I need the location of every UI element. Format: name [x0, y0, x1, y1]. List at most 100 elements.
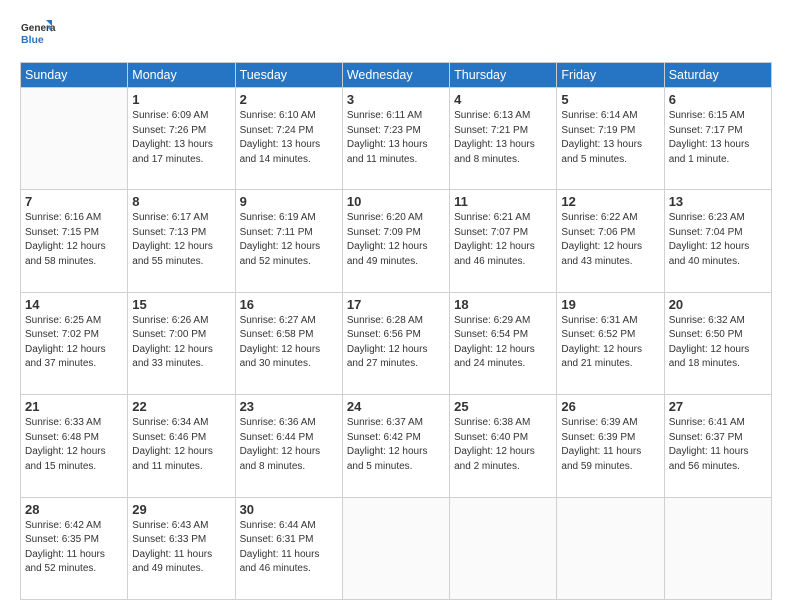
- day-header-thursday: Thursday: [450, 63, 557, 88]
- calendar-cell: 5 Sunrise: 6:14 AM Sunset: 7:19 PM Daylig…: [557, 88, 664, 190]
- calendar-cell: 6 Sunrise: 6:15 AM Sunset: 7:17 PM Daylig…: [664, 88, 771, 190]
- day-number: 20: [669, 297, 767, 312]
- day-number: 4: [454, 92, 552, 107]
- calendar-cell: 1Sunrise: 6:09 AM Sunset: 7:26 PM Daylig…: [128, 88, 235, 190]
- day-info: Sunrise: 6:17 AM Sunset: 7:13 PM Dayligh…: [132, 211, 230, 269]
- calendar-week-3: 14 Sunrise: 6:25 AM Sunset: 7:02 PM Dayli…: [21, 292, 772, 394]
- calendar-cell: 22 Sunrise: 6:34 AM Sunset: 6:46 PM Dayli…: [128, 395, 235, 497]
- calendar-cell: [450, 497, 557, 599]
- calendar-cell: [342, 497, 449, 599]
- calendar-cell: 20 Sunrise: 6:32 AM Sunset: 6:50 PM Dayli…: [664, 292, 771, 394]
- day-number: 30: [240, 502, 338, 517]
- day-number: 8: [132, 194, 230, 209]
- day-number: 27: [669, 399, 767, 414]
- calendar-cell: 23 Sunrise: 6:36 AM Sunset: 6:44 PM Dayli…: [235, 395, 342, 497]
- day-info: Sunrise: 6:21 AM Sunset: 7:07 PM Dayligh…: [454, 211, 552, 269]
- day-number: 22: [132, 399, 230, 414]
- day-header-wednesday: Wednesday: [342, 63, 449, 88]
- day-info: Sunrise: 6:15 AM Sunset: 7:17 PM Dayligh…: [669, 109, 767, 167]
- day-header-tuesday: Tuesday: [235, 63, 342, 88]
- day-info: Sunrise: 6:27 AM Sunset: 6:58 PM Dayligh…: [240, 314, 338, 372]
- calendar-cell: 13Sunrise: 6:23 AM Sunset: 7:04 PM Dayli…: [664, 190, 771, 292]
- day-number: 16: [240, 297, 338, 312]
- day-number: 5: [561, 92, 659, 107]
- day-info: Sunrise: 6:31 AM Sunset: 6:52 PM Dayligh…: [561, 314, 659, 372]
- day-info: Sunrise: 6:42 AM Sunset: 6:35 PM Dayligh…: [25, 519, 123, 577]
- day-info: Sunrise: 6:34 AM Sunset: 6:46 PM Dayligh…: [132, 416, 230, 474]
- day-info: Sunrise: 6:39 AM Sunset: 6:39 PM Dayligh…: [561, 416, 659, 474]
- calendar-cell: [557, 497, 664, 599]
- day-info: Sunrise: 6:32 AM Sunset: 6:50 PM Dayligh…: [669, 314, 767, 372]
- day-header-friday: Friday: [557, 63, 664, 88]
- day-info: Sunrise: 6:41 AM Sunset: 6:37 PM Dayligh…: [669, 416, 767, 474]
- calendar-cell: 21 Sunrise: 6:33 AM Sunset: 6:48 PM Dayli…: [21, 395, 128, 497]
- day-number: 11: [454, 194, 552, 209]
- day-info: Sunrise: 6:25 AM Sunset: 7:02 PM Dayligh…: [25, 314, 123, 372]
- calendar-week-2: 7 Sunrise: 6:16 AM Sunset: 7:15 PM Daylig…: [21, 190, 772, 292]
- day-info: Sunrise: 6:09 AM Sunset: 7:26 PM Dayligh…: [132, 109, 230, 167]
- day-info: Sunrise: 6:33 AM Sunset: 6:48 PM Dayligh…: [25, 416, 123, 474]
- day-info: Sunrise: 6:14 AM Sunset: 7:19 PM Dayligh…: [561, 109, 659, 167]
- day-info: Sunrise: 6:11 AM Sunset: 7:23 PM Dayligh…: [347, 109, 445, 167]
- day-number: 6: [669, 92, 767, 107]
- calendar-cell: 3 Sunrise: 6:11 AM Sunset: 7:23 PM Daylig…: [342, 88, 449, 190]
- calendar-cell: 30 Sunrise: 6:44 AM Sunset: 6:31 PM Dayli…: [235, 497, 342, 599]
- logo: General Blue: [20, 18, 56, 54]
- calendar-cell: 12 Sunrise: 6:22 AM Sunset: 7:06 PM Dayli…: [557, 190, 664, 292]
- day-number: 9: [240, 194, 338, 209]
- calendar-cell: 15Sunrise: 6:26 AM Sunset: 7:00 PM Dayli…: [128, 292, 235, 394]
- calendar-cell: 17 Sunrise: 6:28 AM Sunset: 6:56 PM Dayli…: [342, 292, 449, 394]
- day-number: 26: [561, 399, 659, 414]
- calendar-cell: 25Sunrise: 6:38 AM Sunset: 6:40 PM Dayli…: [450, 395, 557, 497]
- day-number: 23: [240, 399, 338, 414]
- calendar-cell: 26 Sunrise: 6:39 AM Sunset: 6:39 PM Dayli…: [557, 395, 664, 497]
- day-number: 3: [347, 92, 445, 107]
- calendar: SundayMondayTuesdayWednesdayThursdayFrid…: [20, 62, 772, 600]
- day-info: Sunrise: 6:44 AM Sunset: 6:31 PM Dayligh…: [240, 519, 338, 577]
- day-number: 10: [347, 194, 445, 209]
- calendar-cell: 28 Sunrise: 6:42 AM Sunset: 6:35 PM Dayli…: [21, 497, 128, 599]
- day-info: Sunrise: 6:28 AM Sunset: 6:56 PM Dayligh…: [347, 314, 445, 372]
- svg-text:Blue: Blue: [21, 34, 44, 46]
- day-header-saturday: Saturday: [664, 63, 771, 88]
- calendar-cell: 16 Sunrise: 6:27 AM Sunset: 6:58 PM Dayli…: [235, 292, 342, 394]
- calendar-cell: 27 Sunrise: 6:41 AM Sunset: 6:37 PM Dayli…: [664, 395, 771, 497]
- calendar-cell: 9 Sunrise: 6:19 AM Sunset: 7:11 PM Daylig…: [235, 190, 342, 292]
- calendar-cell: 8 Sunrise: 6:17 AM Sunset: 7:13 PM Daylig…: [128, 190, 235, 292]
- calendar-cell: [664, 497, 771, 599]
- calendar-week-5: 28 Sunrise: 6:42 AM Sunset: 6:35 PM Dayli…: [21, 497, 772, 599]
- day-number: 17: [347, 297, 445, 312]
- day-info: Sunrise: 6:37 AM Sunset: 6:42 PM Dayligh…: [347, 416, 445, 474]
- calendar-cell: 14 Sunrise: 6:25 AM Sunset: 7:02 PM Dayli…: [21, 292, 128, 394]
- day-number: 21: [25, 399, 123, 414]
- calendar-cell: [21, 88, 128, 190]
- calendar-cell: 29Sunrise: 6:43 AM Sunset: 6:33 PM Dayli…: [128, 497, 235, 599]
- calendar-cell: 10 Sunrise: 6:20 AM Sunset: 7:09 PM Dayli…: [342, 190, 449, 292]
- day-info: Sunrise: 6:16 AM Sunset: 7:15 PM Dayligh…: [25, 211, 123, 269]
- day-number: 19: [561, 297, 659, 312]
- day-number: 14: [25, 297, 123, 312]
- calendar-week-1: 1Sunrise: 6:09 AM Sunset: 7:26 PM Daylig…: [21, 88, 772, 190]
- day-number: 25: [454, 399, 552, 414]
- day-info: Sunrise: 6:23 AM Sunset: 7:04 PM Dayligh…: [669, 211, 767, 269]
- day-info: Sunrise: 6:20 AM Sunset: 7:09 PM Dayligh…: [347, 211, 445, 269]
- calendar-week-4: 21 Sunrise: 6:33 AM Sunset: 6:48 PM Dayli…: [21, 395, 772, 497]
- day-number: 2: [240, 92, 338, 107]
- header: General Blue: [20, 18, 772, 54]
- day-number: 18: [454, 297, 552, 312]
- day-header-sunday: Sunday: [21, 63, 128, 88]
- day-info: Sunrise: 6:29 AM Sunset: 6:54 PM Dayligh…: [454, 314, 552, 372]
- day-number: 7: [25, 194, 123, 209]
- day-info: Sunrise: 6:36 AM Sunset: 6:44 PM Dayligh…: [240, 416, 338, 474]
- calendar-cell: 24Sunrise: 6:37 AM Sunset: 6:42 PM Dayli…: [342, 395, 449, 497]
- day-info: Sunrise: 6:43 AM Sunset: 6:33 PM Dayligh…: [132, 519, 230, 577]
- calendar-cell: 18 Sunrise: 6:29 AM Sunset: 6:54 PM Dayli…: [450, 292, 557, 394]
- calendar-cell: 19 Sunrise: 6:31 AM Sunset: 6:52 PM Dayli…: [557, 292, 664, 394]
- calendar-cell: 2Sunrise: 6:10 AM Sunset: 7:24 PM Daylig…: [235, 88, 342, 190]
- calendar-header-row: SundayMondayTuesdayWednesdayThursdayFrid…: [21, 63, 772, 88]
- day-number: 15: [132, 297, 230, 312]
- day-number: 12: [561, 194, 659, 209]
- day-info: Sunrise: 6:22 AM Sunset: 7:06 PM Dayligh…: [561, 211, 659, 269]
- day-number: 28: [25, 502, 123, 517]
- day-info: Sunrise: 6:19 AM Sunset: 7:11 PM Dayligh…: [240, 211, 338, 269]
